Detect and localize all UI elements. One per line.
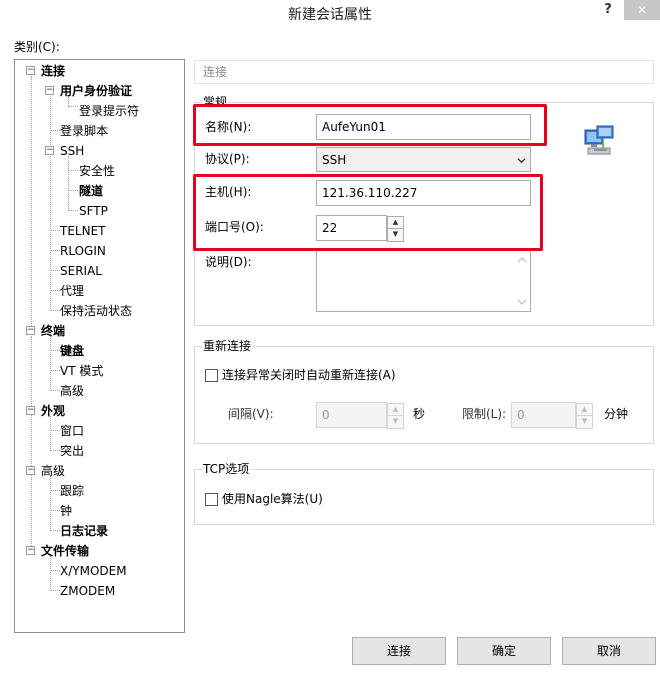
tcp-legend: TCP选项 [202, 462, 251, 476]
tree-item-advanced[interactable]: 高级 [41, 461, 65, 481]
tree-item-login-script[interactable]: 登录脚本 [60, 121, 108, 141]
auto-reconnect-checkbox[interactable] [205, 369, 218, 382]
protocol-select[interactable]: SSH [316, 147, 531, 172]
port-stepper[interactable]: ▲ ▼ [387, 216, 404, 242]
breadcrumb: 连接 [194, 60, 654, 84]
interval-stepper[interactable]: ▲ ▼ [387, 403, 404, 429]
category-label: 类别(C): [14, 40, 60, 54]
tree-item-keyboard[interactable]: 键盘 [60, 341, 84, 361]
port-label: 端口号(O): [205, 220, 264, 234]
expander-icon[interactable]: − [26, 66, 35, 75]
tree-item-authentication[interactable]: 用户身份验证 [60, 81, 132, 101]
tree-item-logging[interactable]: 日志记录 [60, 521, 108, 541]
tree-item-vt-mode[interactable]: VT 模式 [60, 361, 103, 381]
network-computer-icon [584, 125, 614, 155]
tree-item-terminal-advanced[interactable]: 高级 [60, 381, 84, 401]
protocol-value: SSH [322, 153, 347, 167]
spin-up-icon[interactable]: ▲ [388, 404, 403, 416]
help-button[interactable]: ? [598, 1, 618, 21]
description-scrollbar[interactable] [514, 251, 530, 311]
tree-item-ssh[interactable]: SSH [60, 141, 84, 161]
tree-item-xymodem[interactable]: X/YMODEM [60, 561, 127, 581]
limit-field[interactable]: 0 [511, 402, 576, 428]
expander-icon[interactable]: − [45, 146, 54, 155]
spin-up-icon[interactable]: ▲ [577, 404, 592, 416]
name-field[interactable]: AufeYun01 [316, 114, 531, 140]
category-tree[interactable]: − − − − − − − 连接 用户身份验证 登录提示符 登录脚本 SSH 安… [14, 59, 185, 633]
tree-item-trace[interactable]: 跟踪 [60, 481, 84, 501]
name-label: 名称(N): [205, 120, 252, 134]
tree-item-keepalive[interactable]: 保持活动状态 [60, 301, 132, 321]
expander-icon[interactable]: − [26, 326, 35, 335]
expander-icon[interactable]: − [26, 406, 35, 415]
window-title: 新建会话属性 [288, 7, 372, 23]
description-field[interactable] [316, 250, 531, 312]
tree-item-sftp[interactable]: SFTP [79, 201, 108, 221]
limit-unit: 分钟 [604, 407, 629, 421]
reconnect-group [194, 346, 654, 444]
tree-item-telnet[interactable]: TELNET [60, 221, 106, 241]
port-field[interactable]: 22 [316, 215, 387, 241]
reconnect-legend: 重新连接 [202, 339, 253, 353]
spin-down-icon[interactable]: ▼ [388, 229, 403, 241]
interval-label: 间隔(V): [228, 407, 274, 421]
limit-stepper[interactable]: ▲ ▼ [576, 403, 593, 429]
protocol-label: 协议(P): [205, 152, 250, 166]
interval-unit: 秒 [413, 407, 426, 421]
ok-button[interactable]: 确定 [457, 637, 551, 665]
nagle-checkbox[interactable] [205, 493, 218, 506]
tree-item-file-transfer[interactable]: 文件传输 [41, 541, 89, 561]
title-bar: 新建会话属性 ? ✕ [0, 0, 660, 26]
tree-item-connection[interactable]: 连接 [41, 61, 65, 81]
general-legend: 常规 [202, 95, 229, 109]
tree-item-zmodem[interactable]: ZMODEM [60, 581, 115, 601]
tree-item-proxy[interactable]: 代理 [60, 281, 84, 301]
tree-item-rlogin[interactable]: RLOGIN [60, 241, 106, 261]
scroll-up-icon[interactable] [517, 255, 527, 265]
spin-down-icon[interactable]: ▼ [388, 416, 403, 428]
expander-icon[interactable]: − [45, 86, 54, 95]
scroll-down-icon[interactable] [517, 297, 527, 307]
expander-icon[interactable]: − [26, 546, 35, 555]
tree-item-bell[interactable]: 钟 [60, 501, 72, 521]
chevron-down-icon [517, 158, 526, 164]
spin-down-icon[interactable]: ▼ [577, 416, 592, 428]
spin-up-icon[interactable]: ▲ [388, 217, 403, 229]
tree-item-serial[interactable]: SERIAL [60, 261, 102, 281]
cancel-button[interactable]: 取消 [562, 637, 656, 665]
close-button[interactable]: ✕ [624, 0, 660, 20]
tree-item-security[interactable]: 安全性 [79, 161, 115, 181]
interval-field[interactable]: 0 [316, 402, 387, 428]
expander-icon[interactable]: − [26, 466, 35, 475]
tree-item-appearance[interactable]: 外观 [41, 401, 65, 421]
tree-item-window[interactable]: 窗口 [60, 421, 84, 441]
description-label: 说明(D): [205, 255, 252, 269]
tree-item-highlight[interactable]: 突出 [60, 441, 84, 461]
nagle-label[interactable]: 使用Nagle算法(U) [222, 491, 323, 507]
tree-item-tunnel[interactable]: 隧道 [79, 181, 103, 201]
host-field[interactable]: 121.36.110.227 [316, 180, 531, 206]
limit-label: 限制(L): [462, 407, 507, 421]
tree-item-login-prompt[interactable]: 登录提示符 [79, 101, 139, 121]
connect-button[interactable]: 连接 [352, 637, 446, 665]
tree-item-terminal[interactable]: 终端 [41, 321, 65, 341]
auto-reconnect-label[interactable]: 连接异常关闭时自动重新连接(A) [222, 367, 396, 383]
host-label: 主机(H): [205, 185, 252, 199]
